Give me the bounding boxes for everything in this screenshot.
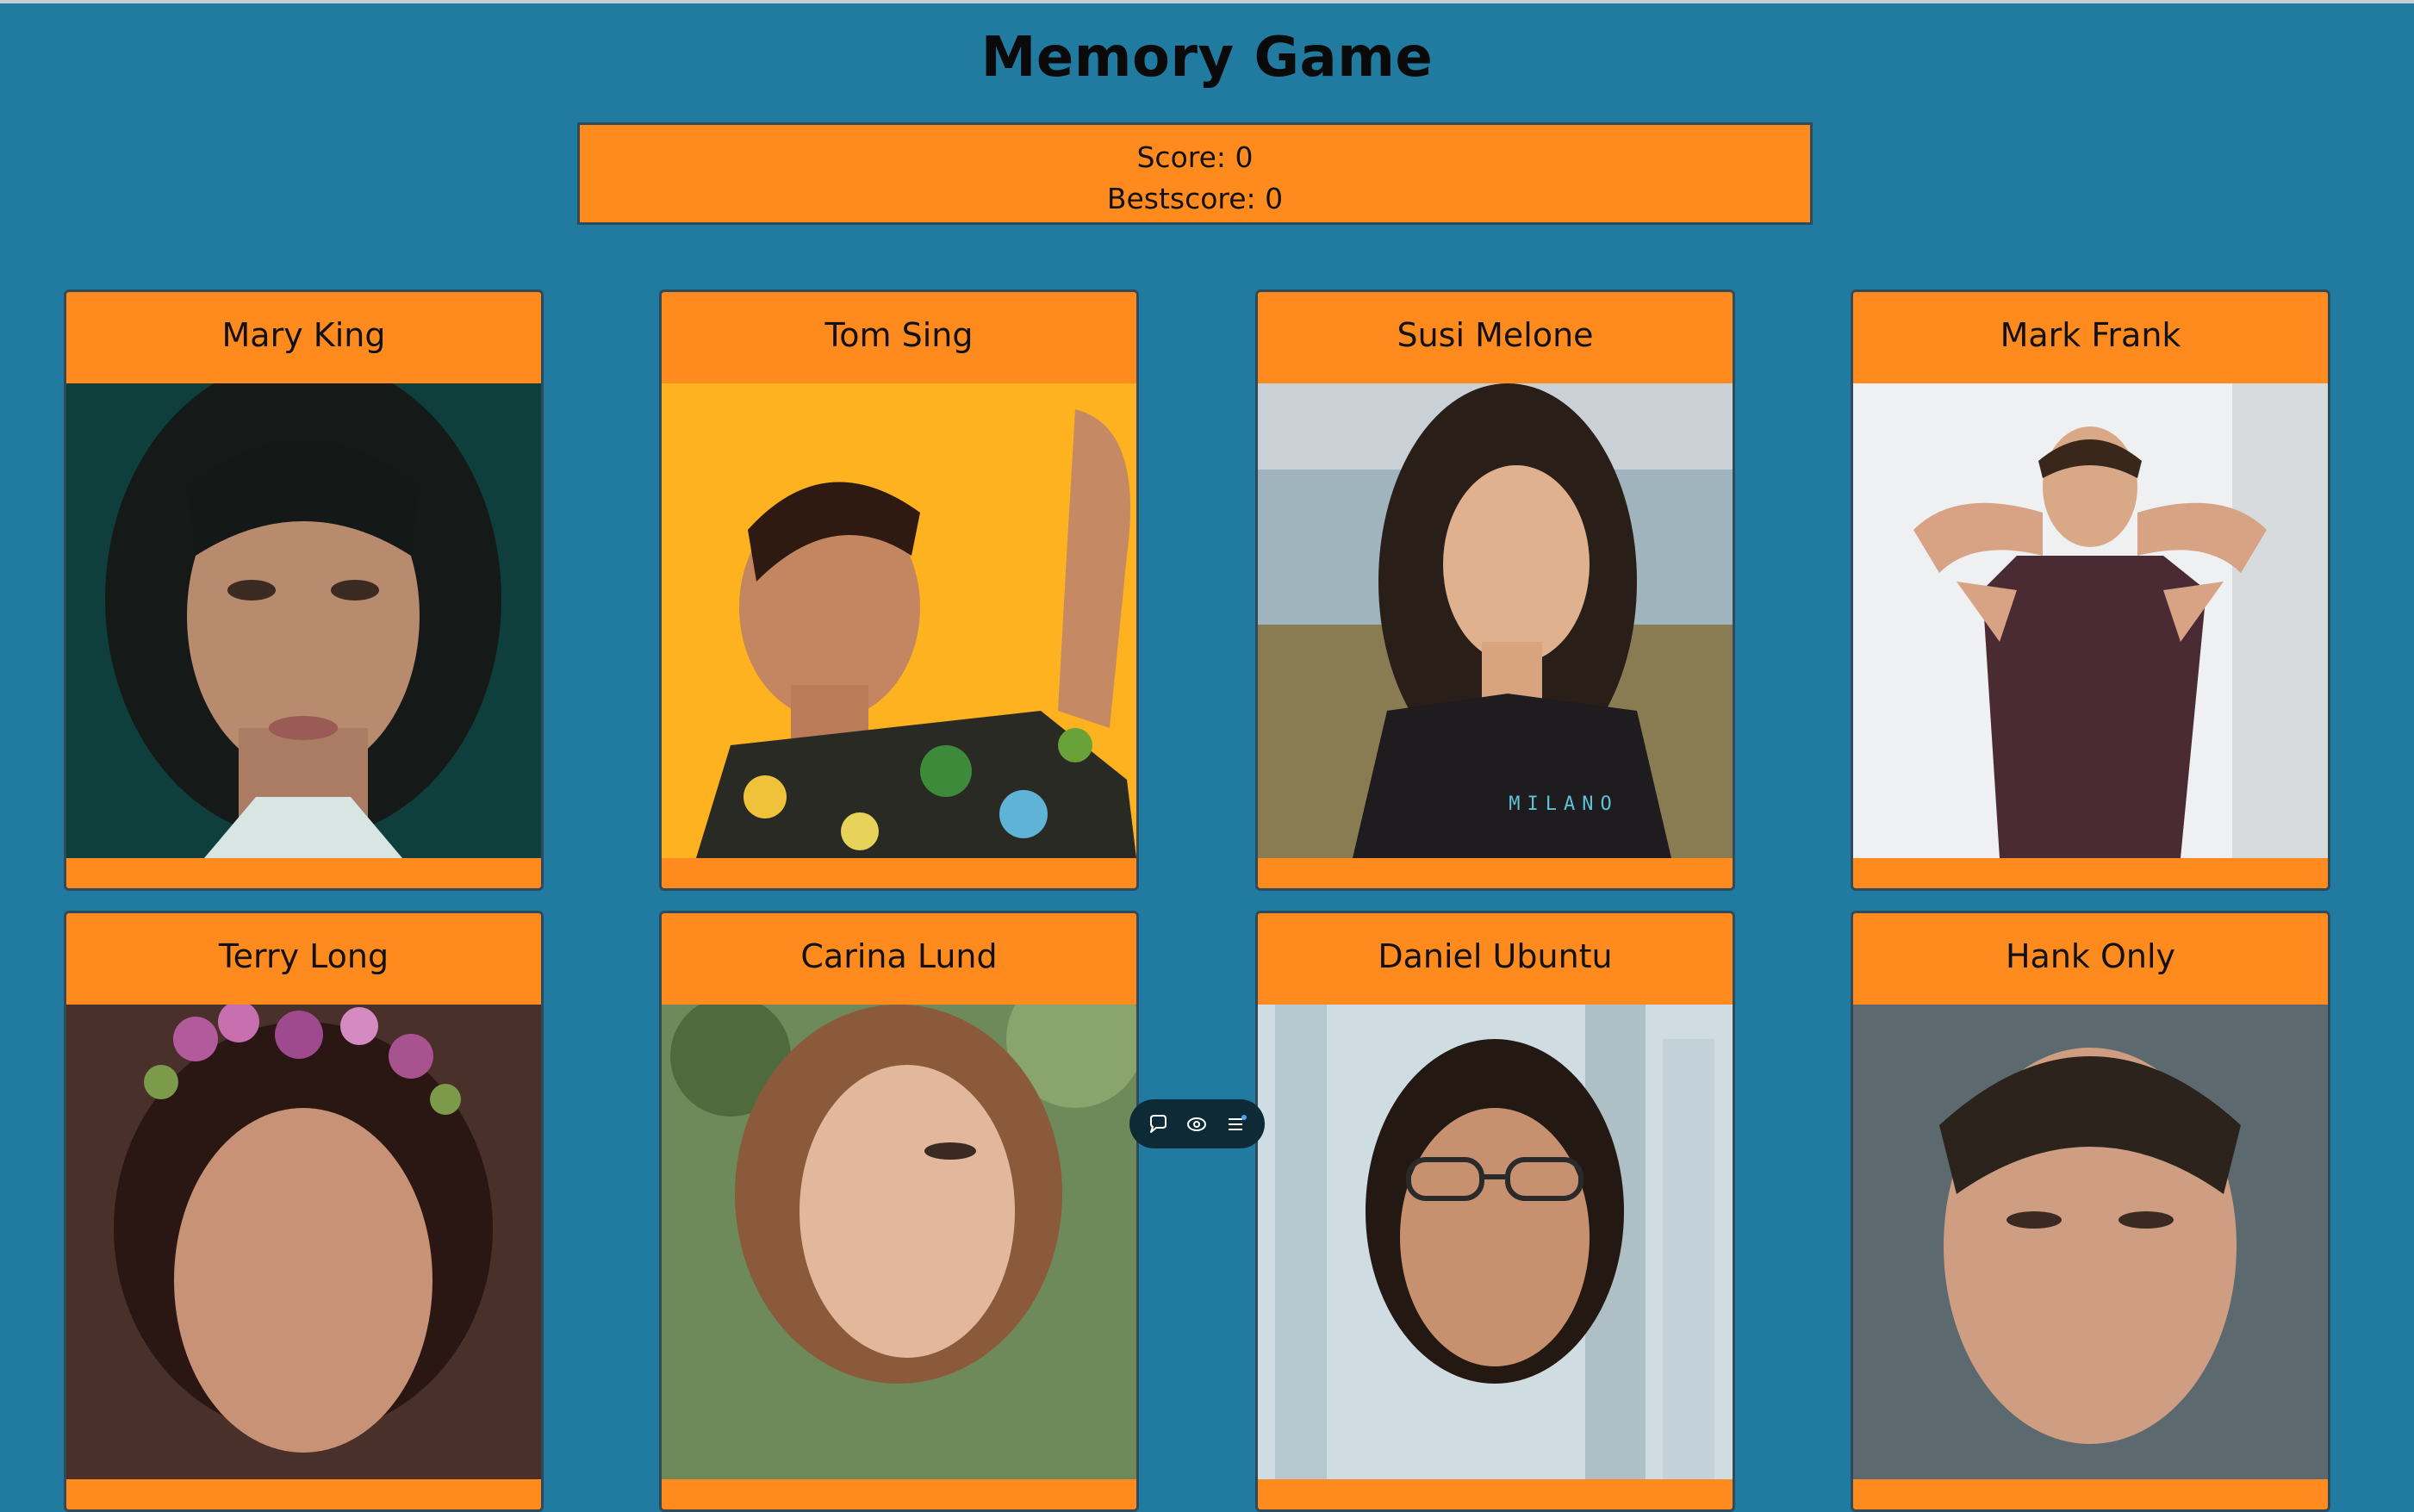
top-border xyxy=(0,0,2414,3)
card-name: Carina Lund xyxy=(800,937,998,975)
card-name: Hank Only xyxy=(2005,937,2176,975)
bestscore-label: Bestscore: 0 xyxy=(1106,182,1284,215)
portrait-photo xyxy=(66,383,541,858)
card-hank-only[interactable]: Hank Only xyxy=(1851,911,2330,1512)
eye-icon[interactable] xyxy=(1182,1110,1211,1139)
portrait-photo: MILANO xyxy=(1258,383,1733,858)
portrait-photo xyxy=(1853,383,2328,858)
card-name: Mary King xyxy=(221,316,386,354)
card-name: Susi Melone xyxy=(1397,316,1594,354)
portrait-photo xyxy=(1258,1005,1733,1479)
card-susi-melone[interactable]: Susi Melone MILANO xyxy=(1255,289,1735,891)
card-daniel-ubuntu[interactable]: Daniel Ubuntu xyxy=(1255,911,1735,1512)
card-mary-king[interactable]: Mary King xyxy=(64,289,544,891)
card-name: Terry Long xyxy=(218,937,389,975)
card-name: Tom Sing xyxy=(824,316,974,354)
portrait-photo xyxy=(662,383,1136,858)
menu-icon[interactable] xyxy=(1222,1110,1251,1139)
portrait-photo xyxy=(66,1005,541,1479)
svg-text:MILANO: MILANO xyxy=(1509,793,1618,815)
portrait-photo xyxy=(1853,1005,2328,1479)
card-mark-frank[interactable]: Mark Frank xyxy=(1851,289,2330,891)
card-name: Mark Frank xyxy=(2000,316,2181,354)
card-name: Daniel Ubuntu xyxy=(1378,937,1613,975)
scoreboard: Score: 0 Bestscore: 0 xyxy=(577,122,1813,225)
page-title: Memory Game xyxy=(980,26,1434,90)
score-label: Score: 0 xyxy=(1136,140,1254,174)
floating-toolbar xyxy=(1129,1099,1265,1148)
card-tom-sing[interactable]: Tom Sing xyxy=(659,289,1139,891)
comment-icon[interactable] xyxy=(1143,1110,1173,1139)
portrait-photo xyxy=(662,1005,1136,1479)
card-carina-lund[interactable]: Carina Lund xyxy=(659,911,1139,1512)
card-terry-long[interactable]: Terry Long xyxy=(64,911,544,1512)
